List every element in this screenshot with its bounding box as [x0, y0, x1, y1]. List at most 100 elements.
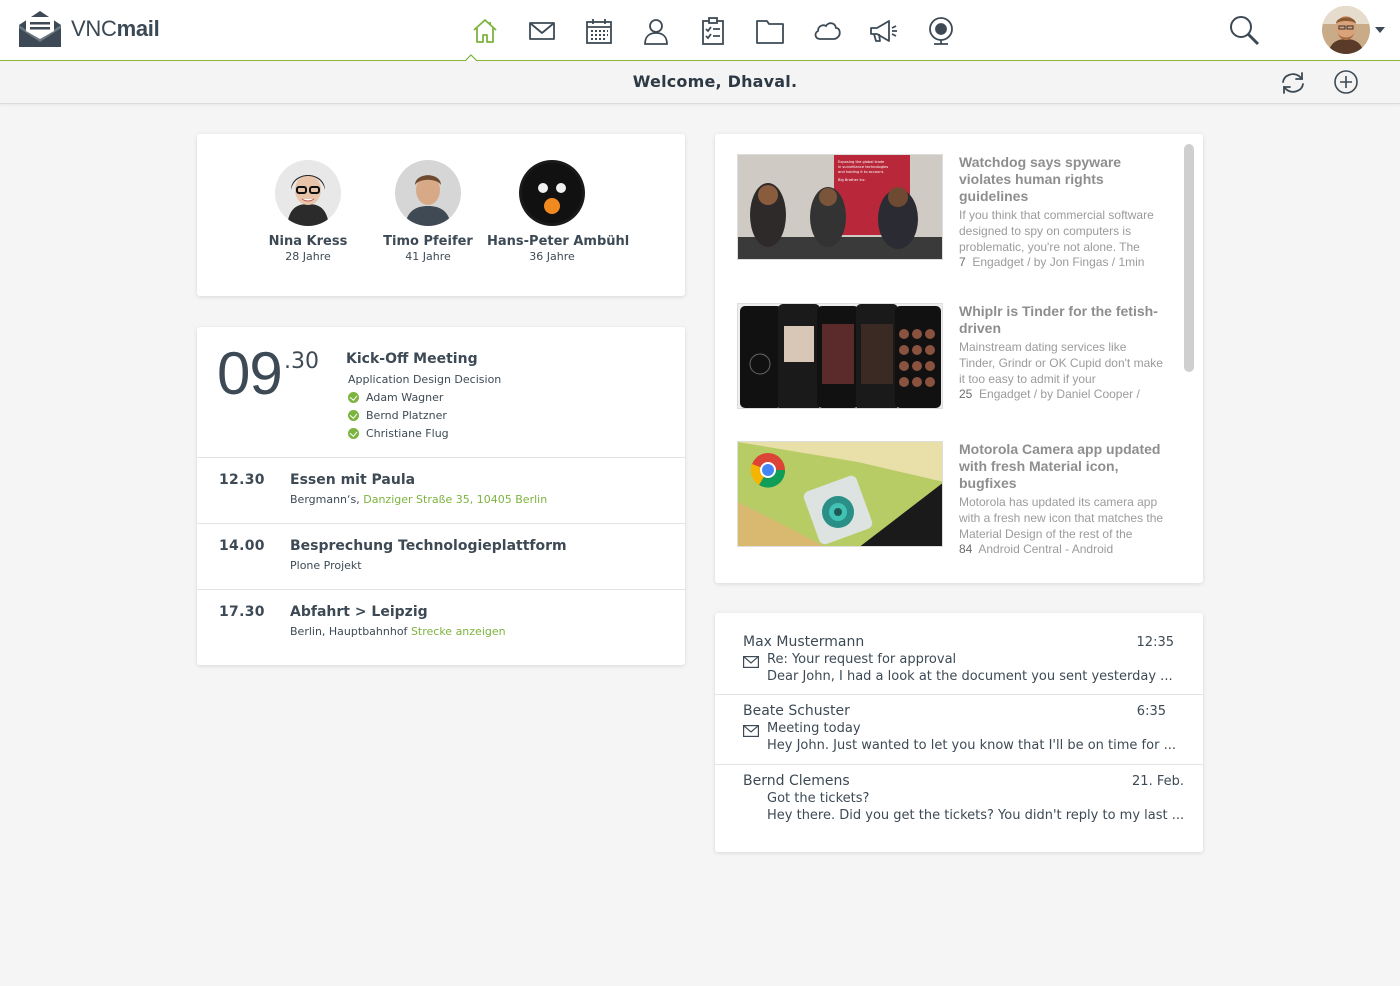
envelope-logo-icon — [19, 11, 61, 47]
mail-item[interactable]: Max Mustermann 12:35 Re: Your request fo… — [715, 634, 1203, 694]
envelope-icon — [743, 725, 759, 737]
tasks-icon — [701, 17, 724, 45]
mail-preview: Dear John, I had a look at the document … — [767, 669, 1173, 684]
birthday-age: 36 Jahre — [529, 250, 575, 263]
event-title: Kick-Off Meeting — [346, 351, 478, 367]
top-bar: VNCmail — [0, 0, 1400, 61]
user-photo — [1322, 6, 1370, 54]
nav-contacts[interactable] — [627, 12, 684, 50]
user-avatar[interactable] — [1322, 6, 1370, 54]
news-item[interactable]: Exposing the global trade in surveillanc… — [737, 154, 1177, 274]
active-nav-pointer — [465, 54, 477, 61]
event-time: 17.30 — [219, 604, 265, 620]
mail-item[interactable]: Bernd Clemens 21. Feb. Got the tickets? … — [715, 773, 1203, 833]
search-icon[interactable] — [1228, 14, 1260, 46]
folder-icon — [755, 20, 784, 44]
news-title: Whiplr is Tinder for the fetish-driven — [959, 303, 1158, 336]
mail-preview: Hey there. Did you get the tickets? You … — [767, 808, 1185, 823]
event-location: Berlin, Hauptbahnhof Strecke anzeigen — [290, 625, 506, 638]
svg-text:Big Brother Inc.: Big Brother Inc. — [838, 178, 866, 182]
mail-sender: Beate Schuster — [743, 703, 850, 719]
agenda-row[interactable]: 12.30 Essen mit Paula Bergmann‘s, Danzig… — [197, 457, 685, 523]
address-link[interactable]: Danziger Straße 35, 10405 Berlin — [363, 493, 547, 506]
envelope-icon — [743, 656, 759, 668]
mail-preview: Hey John. Just wanted to let you know th… — [767, 738, 1176, 753]
avatar — [275, 160, 341, 226]
event-location: Plone Projekt — [290, 559, 362, 572]
mail-card: Max Mustermann 12:35 Re: Your request fo… — [715, 613, 1203, 852]
attendee: Adam Wagner — [348, 391, 443, 404]
news-thumbnail: Exposing the global trade in surveillanc… — [737, 154, 943, 260]
check-icon — [348, 392, 359, 403]
mail-time: 12:35 — [1136, 635, 1174, 650]
news-scrollbar[interactable] — [1184, 144, 1194, 372]
svg-text:in surveillance technologies: in surveillance technologies — [838, 165, 888, 169]
megaphone-icon — [869, 20, 897, 42]
news-thumbnail — [737, 441, 943, 547]
refresh-icon[interactable] — [1279, 69, 1307, 97]
mail-sender: Max Mustermann — [743, 634, 865, 650]
news-meta: 25 Engadget / by Daniel Cooper / — [959, 387, 1140, 401]
event-title: Essen mit Paula — [290, 472, 416, 488]
news-item[interactable]: Whiplr is Tinder for the fetish-driven M… — [737, 303, 1177, 423]
attendee: Christiane Flug — [348, 427, 449, 440]
contacts-icon — [643, 19, 668, 45]
nav-cloud[interactable] — [798, 12, 855, 50]
avatar — [519, 160, 585, 226]
check-icon — [348, 410, 359, 421]
event-subtitle: Application Design Decision — [348, 373, 502, 386]
check-icon — [348, 428, 359, 439]
nav-broadcast[interactable] — [855, 12, 912, 50]
birthday-name: Nina Kress — [268, 234, 348, 249]
news-meta: 7 Engadget / by Jon Fingas / 1min — [959, 255, 1145, 269]
news-title: Motorola Camera app updated with fresh M… — [959, 441, 1161, 491]
plus-circle-icon[interactable] — [1333, 69, 1359, 95]
featured-event[interactable]: 09 .30 Kick-Off Meeting Application Desi… — [197, 327, 685, 457]
event-hour: 09 — [217, 340, 283, 407]
webcam-icon — [928, 17, 953, 45]
banner-text: Exposing the global trade — [838, 160, 885, 164]
agenda-row[interactable]: 14.00 Besprechung Technologieplattform P… — [197, 523, 685, 589]
news-item[interactable]: Motorola Camera app updated with fresh M… — [737, 441, 1177, 561]
birthday-name: Timo Pfeifer — [383, 234, 473, 249]
avatar — [395, 160, 461, 226]
nav-video[interactable] — [912, 12, 969, 50]
nav-home[interactable] — [456, 12, 513, 50]
agenda-row[interactable]: 17.30 Abfahrt > Leipzig Berlin, Hauptbah… — [197, 589, 685, 665]
svg-text:and holding it to account.: and holding it to account. — [838, 170, 884, 174]
event-minute: .30 — [284, 349, 319, 374]
nav-files[interactable] — [741, 12, 798, 50]
mail-icon — [528, 22, 555, 40]
news-excerpt: If you think that commercial software de… — [959, 208, 1154, 254]
mail-subject: Meeting today — [767, 721, 861, 736]
nav-tasks[interactable] — [684, 12, 741, 50]
news-card: Exposing the global trade in surveillanc… — [715, 134, 1203, 583]
birthday-age: 28 Jahre — [285, 250, 331, 263]
nav-mail[interactable] — [513, 12, 570, 50]
welcome-bar: Welcome, Dhaval. — [0, 61, 1400, 104]
home-icon — [472, 19, 497, 43]
mail-subject: Got the tickets? — [767, 791, 870, 806]
main-nav — [456, 12, 969, 50]
mail-subject: Re: Your request for approval — [767, 652, 957, 667]
birthday-person[interactable]: Nina Kress 28 Jahre — [243, 160, 373, 263]
app-name: VNCmail — [71, 16, 160, 41]
welcome-message: Welcome, Dhaval. — [632, 72, 798, 91]
event-title: Abfahrt > Leipzig — [290, 604, 428, 620]
birthday-name: Hans-Peter Ambühl — [487, 234, 630, 249]
birthdays-card: Nina Kress 28 Jahre Timo Pfeifer 41 Jahr… — [197, 134, 685, 296]
mail-item[interactable]: Beate Schuster 6:35 Meeting today Hey Jo… — [715, 703, 1203, 763]
app-logo[interactable]: VNCmail — [17, 9, 160, 49]
cloud-icon — [814, 22, 841, 40]
route-link[interactable]: Strecke anzeigen — [411, 625, 506, 638]
birthday-age: 41 Jahre — [405, 250, 451, 263]
birthday-person[interactable]: Hans-Peter Ambühl 36 Jahre — [487, 160, 630, 263]
nav-calendar[interactable] — [570, 12, 627, 50]
caret-down-icon[interactable] — [1375, 27, 1385, 33]
event-time: 14.00 — [219, 538, 265, 554]
birthday-person[interactable]: Timo Pfeifer 41 Jahre — [363, 160, 493, 263]
mail-time: 21. Feb. — [1132, 774, 1184, 789]
divider — [715, 764, 1203, 765]
news-excerpt: Motorola has updated its camera app with… — [959, 495, 1164, 541]
agenda-card: 09 .30 Kick-Off Meeting Application Desi… — [197, 327, 685, 665]
